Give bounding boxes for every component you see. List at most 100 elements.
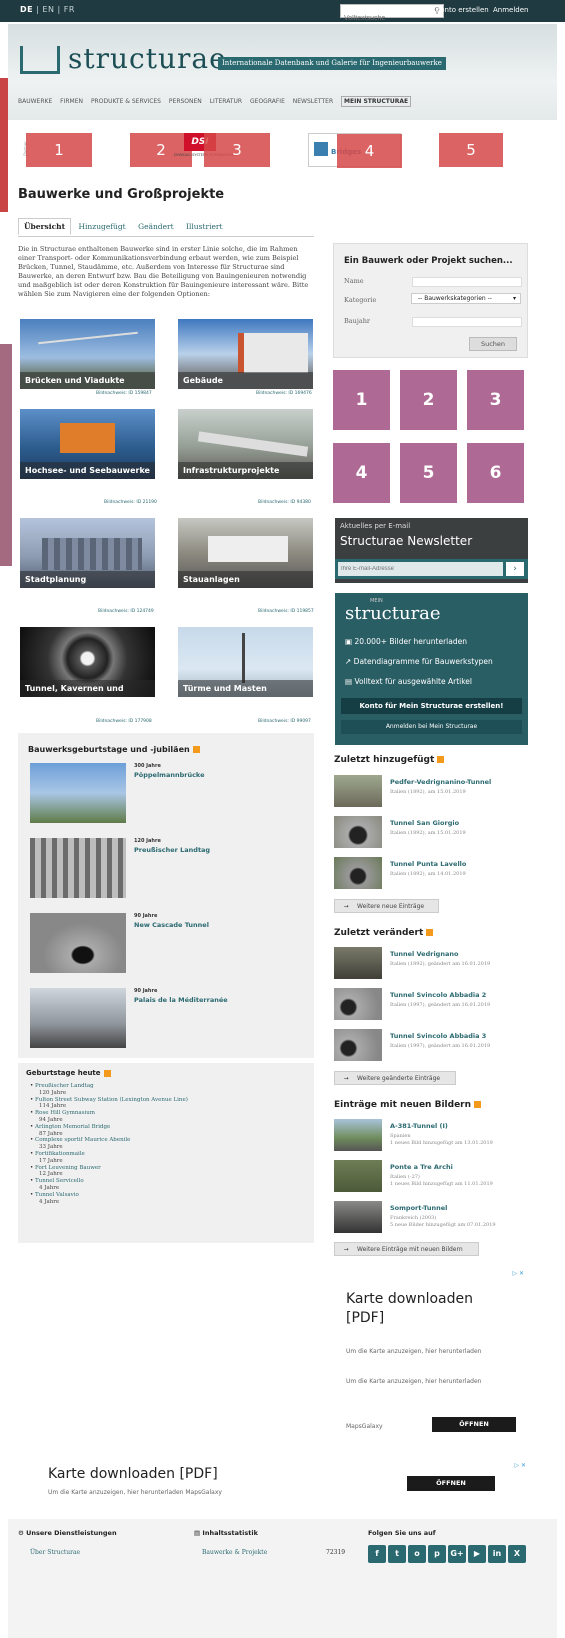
- birthday-link[interactable]: Fort Leuvening Bauwer: [35, 1165, 101, 1171]
- partner-slot-1[interactable]: 1: [26, 133, 92, 167]
- lang-fr[interactable]: FR: [64, 5, 75, 14]
- side-advertisement[interactable]: ▷ ✕ Karte downloaden [PDF] Um die Karte …: [334, 1268, 528, 1443]
- facebook-icon[interactable]: f: [368, 1545, 386, 1563]
- birthday-link[interactable]: Rose Hill Gymnasium: [35, 1110, 95, 1116]
- nav-item-personen[interactable]: PERSONEN: [169, 98, 202, 105]
- partner-slot-5[interactable]: 5: [439, 133, 503, 167]
- ad-line: Um die Karte anzuzeigen, hier herunterla…: [48, 1489, 222, 1496]
- birthday-link[interactable]: Tunnel Valsavio: [35, 1192, 79, 1198]
- footer-stats-link[interactable]: Bauwerke & Projekte: [202, 1549, 267, 1556]
- googleplus-icon[interactable]: G+: [448, 1545, 466, 1563]
- birthday-link[interactable]: Arlington Memorial Bridge: [35, 1124, 110, 1130]
- anniversary-item[interactable]: 300 Jahre Pöppelmannbrücke: [30, 763, 310, 823]
- sponsor-slot-4[interactable]: 4: [333, 443, 390, 503]
- nav-item-firmen[interactable]: FIRMEN: [60, 98, 83, 105]
- sponsor-slot-3[interactable]: 3: [467, 370, 524, 430]
- nav-item-geografie[interactable]: GEOGRAFIE: [250, 98, 285, 105]
- rss-icon[interactable]: [437, 756, 445, 763]
- youtube-icon[interactable]: ▶: [468, 1545, 486, 1563]
- item-thumbnail: [334, 947, 382, 979]
- bridges-logo-icon: [314, 142, 328, 156]
- nav-item-mein-structurae[interactable]: MEIN STRUCTURAE: [341, 96, 412, 107]
- more-new-entries-button[interactable]: → Weitere neue Einträge: [334, 899, 439, 913]
- login-link[interactable]: Anmelden: [493, 6, 528, 14]
- category-tile-tunnel[interactable]: Tunnel, Kavernen und Schächte: [20, 627, 155, 697]
- sponsor-slot-5[interactable]: 5: [400, 443, 457, 503]
- tab-added[interactable]: Hinzugefügt: [73, 219, 130, 234]
- list-item[interactable]: Ponte a Tre Archi Italien (-27) 1 neues B…: [334, 1160, 529, 1196]
- sponsor-slot-6[interactable]: 6: [467, 443, 524, 503]
- promo-login-button[interactable]: Anmelden bei Mein Structurae: [341, 720, 522, 734]
- anniversary-years: 120 Jahre: [134, 838, 161, 844]
- birthday-link[interactable]: Complexe sportif Maurice Abenile: [35, 1137, 130, 1143]
- birthday-link[interactable]: Fulton Street Subway Station (Lexington …: [35, 1097, 188, 1103]
- partner-slot-2-3[interactable]: 2 DSI DYWIDAG-SYSTEMS INTERNATIONAL 3: [130, 133, 270, 167]
- tab-illustrated[interactable]: Illustriert: [181, 219, 227, 234]
- tab-changed[interactable]: Geändert: [133, 219, 179, 234]
- list-item[interactable]: Tunnel Svincolo Abbadia 3 Italien (1997)…: [334, 1029, 529, 1065]
- footer-about-link[interactable]: Über Structurae: [30, 1549, 80, 1556]
- instagram-icon[interactable]: o: [408, 1545, 426, 1563]
- nav-item-newsletter[interactable]: NEWSLETTER: [293, 98, 333, 105]
- list-item[interactable]: Tunnel San Giorgio Italien (1892), am 15…: [334, 816, 529, 852]
- list-item[interactable]: Tunnel Vedrignano Italien (1892), geände…: [334, 947, 529, 983]
- list-item[interactable]: Somport-Tunnel Frankreich (2003) 5 neue B…: [334, 1201, 529, 1237]
- rss-icon[interactable]: [474, 1101, 482, 1108]
- more-new-images-button[interactable]: → Weitere Einträge mit neuen Bildern: [334, 1242, 479, 1256]
- list-item[interactable]: Tunnel Punta Lavello Italien (1892), am …: [334, 857, 529, 893]
- linkedin-icon[interactable]: in: [488, 1545, 506, 1563]
- ad-open-button[interactable]: ÖFFNEN: [432, 1417, 516, 1432]
- more-changed-entries-button[interactable]: → Weitere geänderte Einträge: [334, 1071, 456, 1085]
- nav-item-bauwerke[interactable]: BAUWERKE: [18, 98, 52, 105]
- newsletter-submit-button[interactable]: ›: [506, 562, 524, 576]
- sponsor-slot-1[interactable]: 1: [333, 370, 390, 430]
- anniversary-item[interactable]: 90 Jahre Palais de la Méditerranée: [30, 988, 310, 1048]
- lang-en[interactable]: EN: [42, 5, 54, 14]
- birthday-link[interactable]: Preußischer Landtag: [35, 1083, 94, 1089]
- sponsor-slot-2[interactable]: 2: [400, 370, 457, 430]
- category-tile-infrastruktur[interactable]: Infrastrukturprojekte: [178, 409, 313, 479]
- anniversary-item[interactable]: 120 Jahre Preußischer Landtag: [30, 838, 310, 898]
- category-tile-tuerme[interactable]: Türme und Masten: [178, 627, 313, 697]
- newsletter-email-input[interactable]: [338, 562, 503, 576]
- birthday-link[interactable]: Tunnel Servicello: [35, 1178, 84, 1184]
- finder-year-input[interactable]: [412, 317, 522, 327]
- twitter-icon[interactable]: t: [388, 1545, 406, 1563]
- promo-create-account-button[interactable]: Konto für Mein Structurae erstellen!: [341, 698, 522, 714]
- nav-item-produkte[interactable]: PRODUKTE & SERVICES: [91, 98, 161, 105]
- finder-category-select[interactable]: -- Bauwerkskategorien -- ▾: [411, 293, 521, 304]
- category-label: Infrastrukturprojekte: [178, 462, 313, 479]
- list-item[interactable]: Tunnel Svincolo Abbadia 2 Italien (1997)…: [334, 988, 529, 1024]
- finder-search-button[interactable]: Suchen: [469, 337, 517, 351]
- birthday-link[interactable]: Fortifikationmaile: [35, 1151, 85, 1157]
- newsletter-title: Structurae Newsletter: [340, 534, 473, 548]
- category-tile-stauanlagen[interactable]: Stauanlagen: [178, 518, 313, 588]
- bottom-advertisement[interactable]: ▷ ✕ Karte downloaden [PDF] Um die Karte …: [18, 1462, 528, 1502]
- rss-icon[interactable]: [103, 1069, 111, 1077]
- structurae-logo[interactable]: structurae: [20, 42, 226, 76]
- list-item[interactable]: A-381-Tunnel (I) Spanien 1 neues Bild hin…: [334, 1119, 529, 1155]
- nav-item-literatur[interactable]: LITERATUR: [210, 98, 242, 105]
- pinterest-icon[interactable]: p: [428, 1545, 446, 1563]
- finder-name-input[interactable]: [412, 277, 522, 287]
- search-input[interactable]: [341, 12, 427, 25]
- category-tile-stadtplanung[interactable]: Stadtplanung: [20, 518, 155, 588]
- rss-icon[interactable]: [192, 746, 200, 753]
- category-tile-gebaeude[interactable]: Gebäude: [178, 319, 313, 389]
- rss-icon[interactable]: [426, 929, 434, 936]
- category-tile-bruecken[interactable]: Brücken und Viadukte: [20, 319, 155, 389]
- lang-de[interactable]: DE: [20, 5, 33, 14]
- list-item[interactable]: Pedfer-Vedrignanino-Tunnel Italien (1892…: [334, 775, 529, 811]
- language-switcher: DE | EN | FR: [20, 5, 75, 14]
- ad-open-button[interactable]: ÖFFNEN: [407, 1476, 495, 1491]
- tab-overview[interactable]: Übersicht: [18, 218, 72, 235]
- create-account-link[interactable]: Konto erstellen: [436, 6, 489, 14]
- ad-choices-icon[interactable]: ▷ ✕: [512, 1270, 524, 1277]
- fulltext-search: ⚲: [340, 4, 444, 25]
- item-meta: Italien (1997), geändert am 16.01.2019: [390, 1002, 491, 1008]
- category-tile-hochsee[interactable]: Hochsee- und Seebauwerke: [20, 409, 155, 479]
- xing-icon[interactable]: X: [508, 1545, 526, 1563]
- anniversary-item[interactable]: 90 Jahre New Cascade Tunnel: [30, 913, 310, 973]
- partner-slot-4[interactable]: Bridges 4: [308, 133, 402, 168]
- ad-choices-icon[interactable]: ▷ ✕: [514, 1462, 526, 1469]
